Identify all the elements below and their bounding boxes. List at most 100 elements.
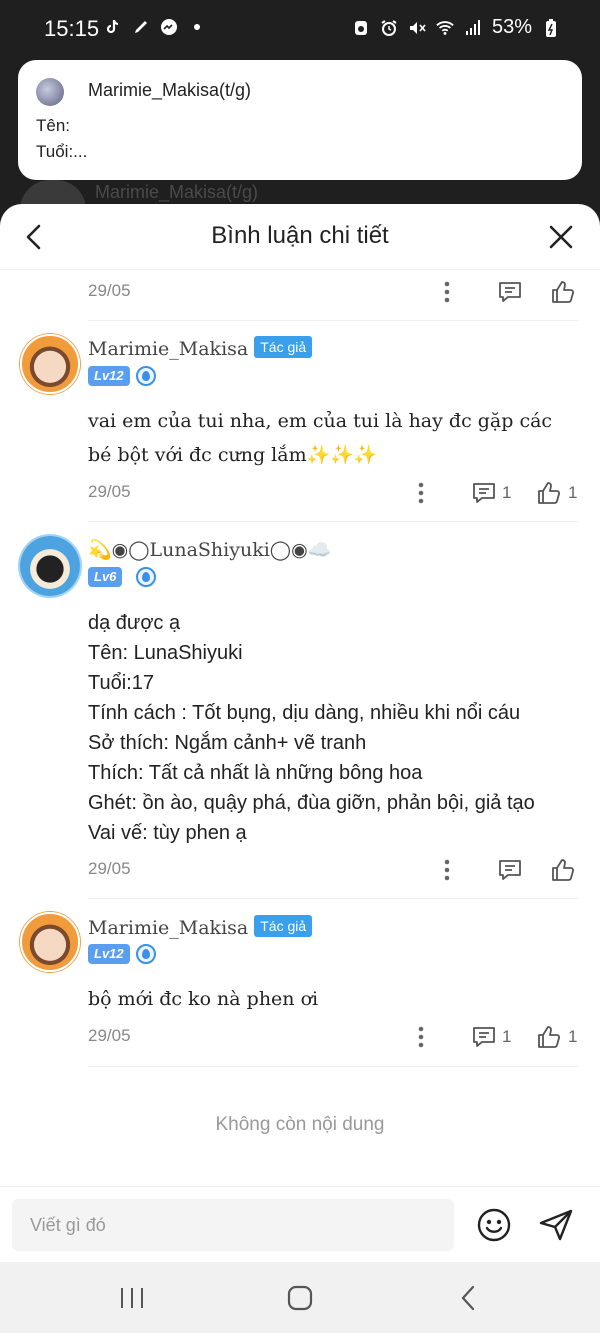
status-bar: 15:15 53%: [0, 0, 600, 58]
divider: [88, 320, 578, 321]
reply-count: 1: [502, 483, 512, 502]
more-button[interactable]: [444, 855, 450, 885]
comment-icon: [473, 483, 495, 503]
wifi-icon: [436, 19, 454, 37]
comment-icon: [499, 282, 521, 302]
avatar[interactable]: [20, 334, 80, 394]
chevron-left-icon: [461, 1285, 475, 1311]
username: Marimie_Makisa: [88, 338, 249, 360]
alarm-icon: [380, 19, 398, 37]
level-badge: Lv6: [88, 567, 123, 587]
home-button[interactable]: [280, 1280, 320, 1316]
battery-icon: [542, 18, 560, 37]
like-count: 1: [568, 483, 578, 502]
recent-apps-button[interactable]: [112, 1280, 152, 1316]
comment-input-bar: Viết gì đó: [0, 1186, 600, 1262]
like-count: 1: [568, 1027, 578, 1046]
comment-text: bộ mới đc ko nà phen ơi: [88, 988, 319, 1010]
more-button[interactable]: [418, 478, 424, 508]
more-button[interactable]: [444, 277, 450, 307]
reply-button[interactable]: [498, 277, 522, 307]
emoji-button[interactable]: [474, 1205, 514, 1245]
more-button[interactable]: [418, 1022, 424, 1052]
comment-line: Ghét: ồn ào, quậy phá, đùa giỡn, phản bộ…: [88, 792, 535, 814]
sheet-header: Bình luận chi tiết: [0, 204, 600, 270]
reply-button[interactable]: 1: [472, 478, 511, 508]
avatar[interactable]: [20, 912, 80, 972]
signal-icon: [464, 19, 482, 37]
reply-button[interactable]: 1: [472, 1022, 511, 1052]
like-button[interactable]: [550, 855, 576, 885]
background-name: Marimie_Makisa(t/g): [95, 182, 259, 202]
comment-line: Vai vế: tùy phen ạ: [88, 822, 247, 844]
comment-date: 29/05: [88, 281, 131, 300]
comment-text: dạ được ạ Tên: LunaShiyuki Tuổi:17 Tính …: [88, 608, 576, 848]
comment-line: dạ được ạ: [88, 612, 181, 634]
notification-card[interactable]: Marimie_Makisa(t/g) Tên: Tuổi:...: [18, 60, 582, 180]
thumbs-up-icon: [538, 482, 561, 504]
close-button[interactable]: [546, 222, 576, 252]
divider: [88, 1066, 578, 1067]
mute-icon: [408, 19, 426, 37]
level-badge: Lv12: [88, 944, 130, 964]
medal-icon: [136, 944, 156, 964]
comment-icon: [499, 860, 521, 880]
smiley-icon: [477, 1208, 511, 1242]
comment-text: vai em của tui nha, em của tui là hay đc…: [88, 410, 553, 466]
medal-icon: [136, 366, 156, 386]
medal-icon: [136, 567, 156, 587]
comment-line: Tính cách : Tốt bụng, dịu dàng, nhiều kh…: [88, 702, 521, 724]
recent-apps-icon: [121, 1288, 143, 1308]
status-right: 53%: [352, 16, 560, 39]
sheet-title: Bình luận chi tiết: [211, 222, 389, 249]
avatar[interactable]: [20, 536, 80, 596]
send-icon: [539, 1209, 573, 1241]
comment-meta: 29/05 1 1: [88, 478, 578, 508]
system-nav-bar: [0, 1262, 600, 1333]
comment-date: 29/05: [88, 859, 131, 878]
like-button[interactable]: 1: [536, 478, 577, 508]
send-button[interactable]: [536, 1205, 576, 1245]
like-button[interactable]: [550, 277, 576, 307]
username: 💫◉◯LunaShiyuki◯◉☁️: [88, 539, 332, 561]
comment-detail-sheet: Bình luận chi tiết 29/05 Marimie_Makisa T…: [0, 204, 600, 1262]
system-back-button[interactable]: [448, 1280, 488, 1316]
end-of-content-label: Không còn nội dung: [215, 1114, 385, 1135]
username: Marimie_Makisa: [88, 917, 249, 939]
comment-author[interactable]: 💫◉◯LunaShiyuki◯◉☁️: [88, 538, 331, 561]
thumbs-up-icon: [552, 859, 575, 881]
recycle-icon: [352, 19, 370, 37]
messenger-icon: [160, 18, 178, 36]
close-icon: [549, 225, 573, 249]
divider: [88, 521, 578, 522]
notification-title: Marimie_Makisa(t/g): [88, 80, 252, 100]
battery-text: 53%: [491, 16, 532, 38]
comment-line: Tuổi:17: [88, 672, 154, 694]
more-vertical-icon: [418, 1026, 424, 1048]
comment-input[interactable]: Viết gì đó: [12, 1199, 454, 1251]
tiktok-icon: [104, 18, 122, 36]
comment-meta: 29/05 1 1: [88, 1022, 578, 1052]
comment-author[interactable]: Marimie_Makisa Tác giả: [88, 336, 313, 360]
divider: [88, 898, 578, 899]
more-vertical-icon: [444, 859, 450, 881]
thumbs-up-icon: [552, 281, 575, 303]
comment-line: Sở thích: Ngắm cảnh+ vẽ tranh: [88, 732, 367, 754]
comment-meta: 29/05: [88, 277, 578, 307]
more-vertical-icon: [444, 281, 450, 303]
comment-icon: [473, 1027, 495, 1047]
level-badge: Lv12: [88, 366, 130, 386]
comment-line: Tên: LunaShiyuki: [88, 642, 243, 664]
dot-icon: [188, 18, 206, 36]
comment-date: 29/05: [88, 482, 131, 501]
notification-line: Tên:: [36, 116, 71, 135]
more-vertical-icon: [418, 482, 424, 504]
notification-avatar: [36, 78, 64, 106]
comment-date: 29/05: [88, 1026, 131, 1045]
comment-author[interactable]: Marimie_Makisa Tác giả: [88, 915, 313, 939]
status-left-icons: [104, 18, 206, 36]
comment-line: Thích: Tất cả nhất là những bông hoa: [88, 762, 423, 784]
like-button[interactable]: 1: [536, 1022, 577, 1052]
thumbs-up-icon: [538, 1026, 561, 1048]
reply-button[interactable]: [498, 855, 522, 885]
